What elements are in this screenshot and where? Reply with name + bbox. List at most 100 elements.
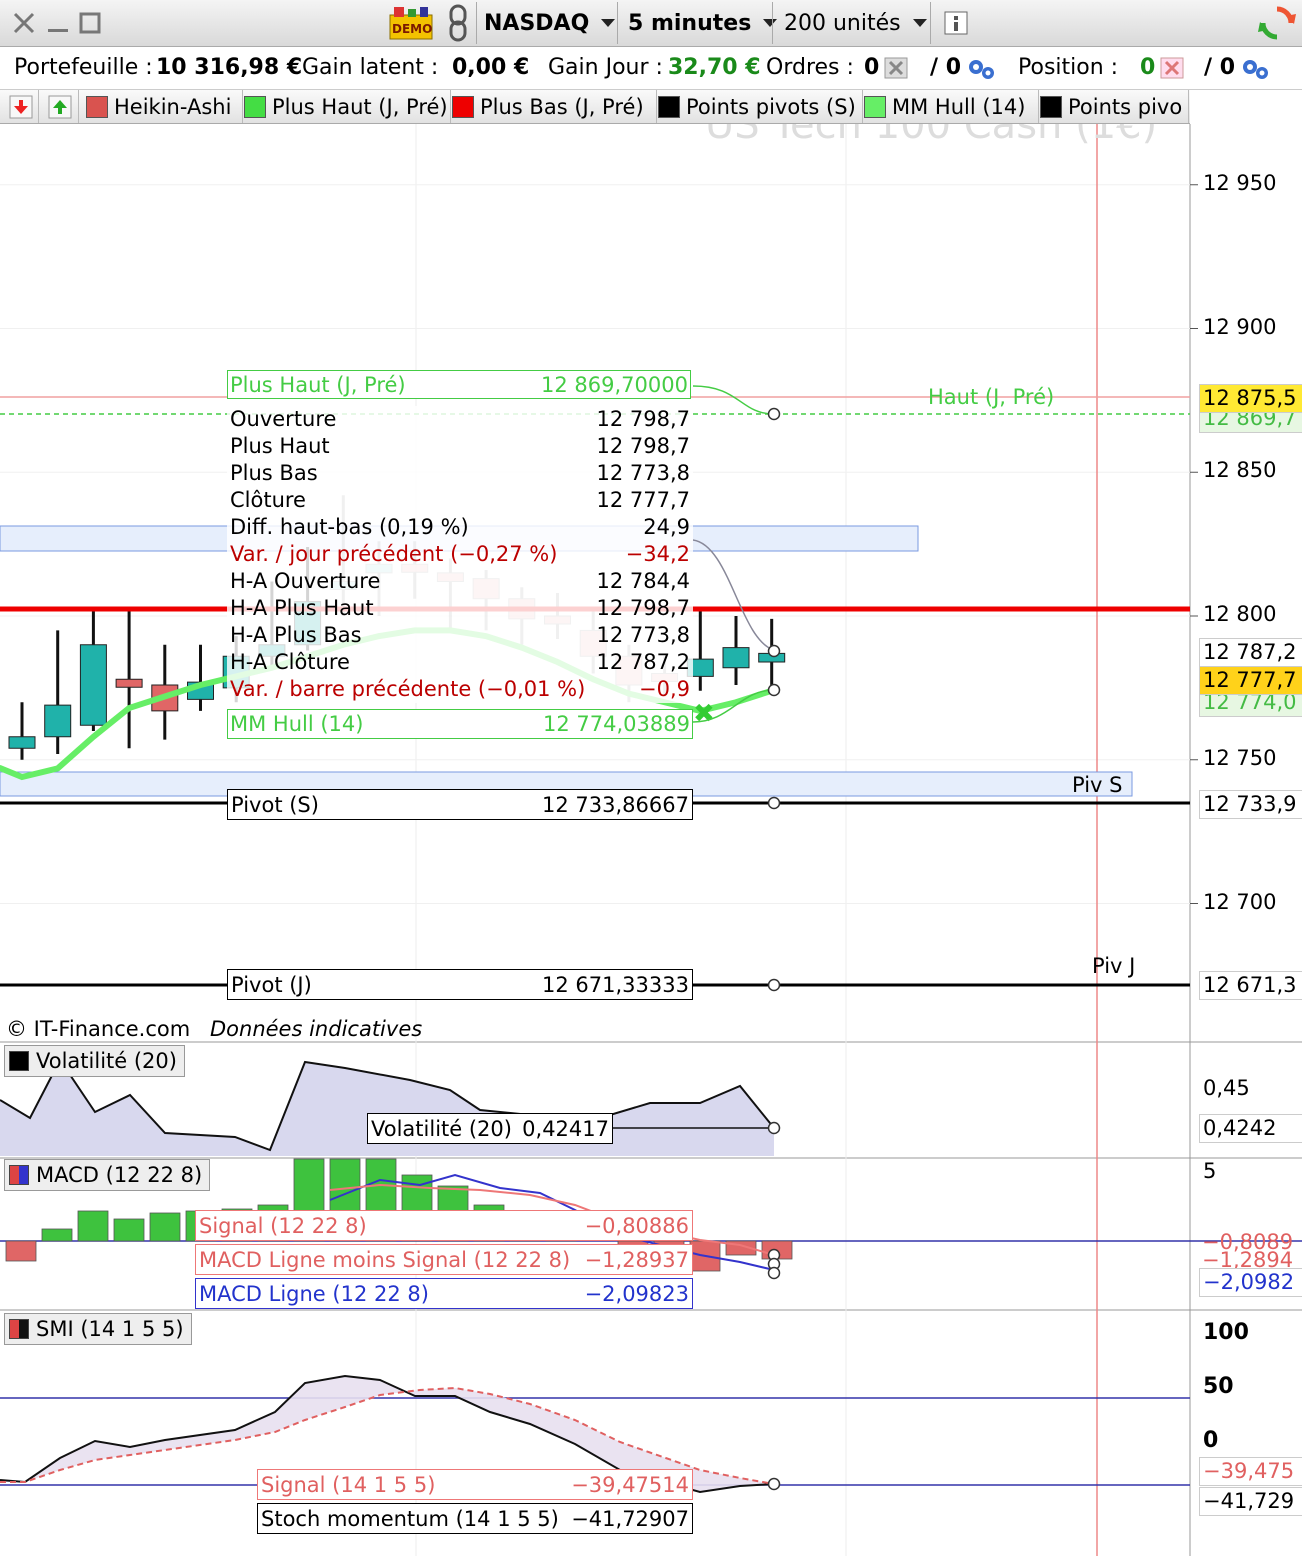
volatility-box-value: 0,42417 <box>522 1116 609 1141</box>
macd-tag: MACD (12 22 8) <box>4 1159 211 1191</box>
value-marker <box>767 644 781 658</box>
indicator-tab-swatch <box>658 95 680 118</box>
price-tick-label: 12 700 <box>1203 889 1277 914</box>
macd-badge-line: −2,0982 <box>1199 1268 1302 1297</box>
indicator-tab-swatch <box>864 95 886 118</box>
tooltip-hull-row: MM Hull (14) 12 774,03889 <box>227 709 693 739</box>
smi-signal-box-value: −39,47514 <box>571 1472 689 1497</box>
disclaimer-text: Données indicatives <box>210 1017 423 1041</box>
smi-badge-stoch: −41,729 <box>1199 1487 1302 1516</box>
tooltip-row-value: 12 787,2 <box>596 650 690 674</box>
pivot-daily-box-label: Pivot (J) <box>231 972 312 997</box>
smi-tag-swatch <box>9 1319 29 1339</box>
tooltip-prev-high-value: 12 869,70000 <box>541 372 688 397</box>
smi-badge-signal: −39,475 <box>1199 1457 1302 1486</box>
smi-stoch-box: Stoch momentum (14 1 5 5) −41,72907 <box>257 1503 693 1534</box>
indicator-tab-label: Heikin-Ashi <box>114 94 232 119</box>
macd-histogram-bar <box>5 1240 37 1262</box>
macd-tag-label: MACD (12 22 8) <box>36 1163 203 1187</box>
macd-signal-box-label: Signal (12 22 8) <box>199 1213 367 1238</box>
candle-body <box>8 736 36 749</box>
value-marker <box>767 796 781 810</box>
tooltip-row-label: Diff. haut-bas (0,19 %) <box>230 515 469 539</box>
tooltip-row: Diff. haut-bas (0,19 %) 24,9 <box>227 514 693 541</box>
scroll-up-icon[interactable] <box>42 90 79 123</box>
price-tick-label: 12 900 <box>1203 314 1277 339</box>
indicator-tab-label: Plus Haut (J, Pré) <box>272 94 448 119</box>
copyright-text: © IT-Finance.com <box>6 1017 191 1041</box>
value-marker <box>767 683 781 697</box>
pivot-weekly-box: Pivot (S) 12 733,86667 <box>227 789 693 820</box>
macd-diff-box-label: MACD Ligne moins Signal (12 22 8) <box>199 1247 571 1272</box>
smi-stoch-box-label: Stoch momentum (14 1 5 5) <box>261 1506 559 1531</box>
indicator-tab[interactable]: Heikin-Ashi <box>84 90 243 123</box>
indicator-tab-label: MM Hull (14) <box>892 94 1026 119</box>
scroll-down-icon[interactable] <box>4 90 39 123</box>
tooltip-row-label: Ouverture <box>230 407 337 431</box>
macd-histogram-bar <box>113 1218 145 1242</box>
macd-histogram-bar <box>149 1212 181 1242</box>
tooltip-row: H-A Ouverture 12 784,4 <box>227 568 693 595</box>
value-marker <box>767 407 781 421</box>
tooltip-row-value: 12 798,7 <box>596 434 690 458</box>
indicator-tab[interactable]: MM Hull (14) <box>862 90 1039 123</box>
tooltip-row-value: 12 798,7 <box>596 596 690 620</box>
value-marker <box>767 1477 781 1491</box>
pivot-daily-box-value: 12 671,33333 <box>542 972 689 997</box>
macd-diff-box: MACD Ligne moins Signal (12 22 8) −1,2893… <box>195 1244 693 1275</box>
tooltip-hull-value: 12 774,03889 <box>543 712 690 736</box>
macd-signal-box-value: −0,80886 <box>584 1213 689 1238</box>
tooltip-row: Ouverture 12 798,7 <box>227 406 693 433</box>
pivot-weekly-box-label: Pivot (S) <box>231 792 319 817</box>
signal-cross-icon: ✖ <box>693 699 715 729</box>
tooltip-row-value: 12 773,8 <box>596 461 690 485</box>
indicator-tab-swatch <box>244 95 266 118</box>
smi-stoch-box-value: −41,72907 <box>571 1506 689 1531</box>
tooltip-row-label: H-A Plus Bas <box>230 623 362 647</box>
tooltip-row: H-A Plus Bas 12 773,8 <box>227 622 693 649</box>
indicator-tab-label: Points pivo <box>1068 94 1183 119</box>
pivot-weekly-box-value: 12 733,86667 <box>542 792 689 817</box>
tooltip-row-value: −0,9 <box>639 677 690 701</box>
volatility-tag-label: Volatilité (20) <box>36 1049 177 1073</box>
volatility-tag-swatch <box>9 1051 29 1071</box>
tooltip-row-value: 12 798,7 <box>596 407 690 431</box>
indicator-tab[interactable]: Plus Haut (J, Pré) <box>242 90 451 123</box>
badge-last-price: 12 777,7 <box>1199 666 1302 695</box>
tooltip-row: Var. / barre précédente (−0,01 %) −0,9 <box>227 676 693 703</box>
pivot-daily-box: Pivot (J) 12 671,33333 <box>227 969 693 1000</box>
macd-signal-box: Signal (12 22 8) −0,80886 <box>195 1210 693 1241</box>
tooltip-row-label: H-A Plus Haut <box>230 596 374 620</box>
volatility-axis-label: 0,45 <box>1203 1076 1250 1100</box>
tooltip-row: Plus Haut 12 798,7 <box>227 433 693 460</box>
tooltip-row: Plus Bas 12 773,8 <box>227 460 693 487</box>
badge-pivot-daily: 12 671,3 <box>1199 971 1302 1000</box>
tooltip-row-label: H-A Ouverture <box>230 569 381 593</box>
indicator-tab-label: Points pivots (S) <box>686 94 856 119</box>
indicator-tab[interactable]: Points pivots (S) <box>656 90 863 123</box>
value-marker <box>767 1121 781 1135</box>
macd-line-box-label: MACD Ligne (12 22 8) <box>199 1281 429 1306</box>
volatility-box: Volatilité (20) 0,42417 <box>367 1113 613 1144</box>
badge-pivot-weekly: 12 733,9 <box>1199 790 1302 819</box>
macd-histogram-bar <box>77 1210 109 1242</box>
badge-ha-close: 12 787,2 <box>1199 638 1302 667</box>
label-piv-j: Piv J <box>1092 954 1136 978</box>
candle-body <box>79 644 107 726</box>
indicator-tab-swatch <box>1040 95 1062 118</box>
candle-body <box>722 647 750 669</box>
indicator-tab-label: Plus Bas (J, Pré) <box>480 94 644 119</box>
tooltip-row: H-A Plus Haut 12 798,7 <box>227 595 693 622</box>
tooltip-row-value: −34,2 <box>625 542 690 566</box>
tooltip-row-value: 12 773,8 <box>596 623 690 647</box>
smi-axis-label: 100 <box>1203 1320 1249 1345</box>
macd-line-box: MACD Ligne (12 22 8) −2,09823 <box>195 1278 693 1309</box>
indicator-tab[interactable]: Points pivo <box>1038 90 1189 123</box>
volatility-badge: 0,4242 <box>1199 1114 1302 1143</box>
tooltip-row-label: Plus Bas <box>230 461 318 485</box>
label-prev-high: Haut (J, Pré) <box>928 385 1055 409</box>
price-tick-label: 12 950 <box>1203 170 1277 195</box>
label-piv-s: Piv S <box>1072 773 1123 797</box>
indicator-tab[interactable]: Plus Bas (J, Pré) <box>450 90 657 123</box>
candle-body <box>115 678 143 688</box>
